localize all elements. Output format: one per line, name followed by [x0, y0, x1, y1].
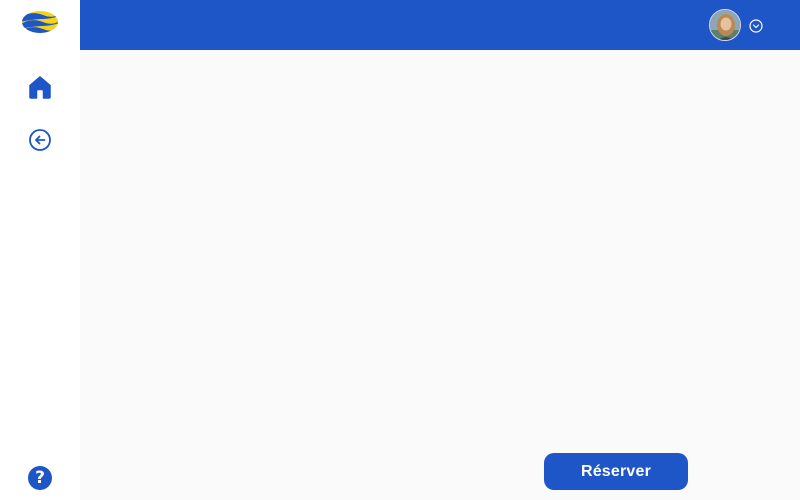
home-icon	[27, 74, 53, 104]
help-icon: ?	[35, 468, 45, 488]
user-avatar[interactable]	[709, 9, 741, 41]
main-content: Réserver	[80, 50, 800, 500]
app-window: ? Réserver	[0, 0, 800, 500]
chevron-down-circle-icon[interactable]	[749, 18, 763, 33]
top-bar	[80, 0, 800, 50]
help-button[interactable]: ?	[28, 466, 52, 490]
arrow-left-circle-icon	[28, 128, 52, 156]
sidebar-item-back[interactable]	[24, 126, 56, 158]
reserve-button[interactable]: Réserver	[544, 453, 688, 490]
sidebar-item-home[interactable]	[24, 73, 56, 105]
brand-logo-icon[interactable]	[21, 9, 59, 35]
sidebar: ?	[0, 0, 80, 500]
